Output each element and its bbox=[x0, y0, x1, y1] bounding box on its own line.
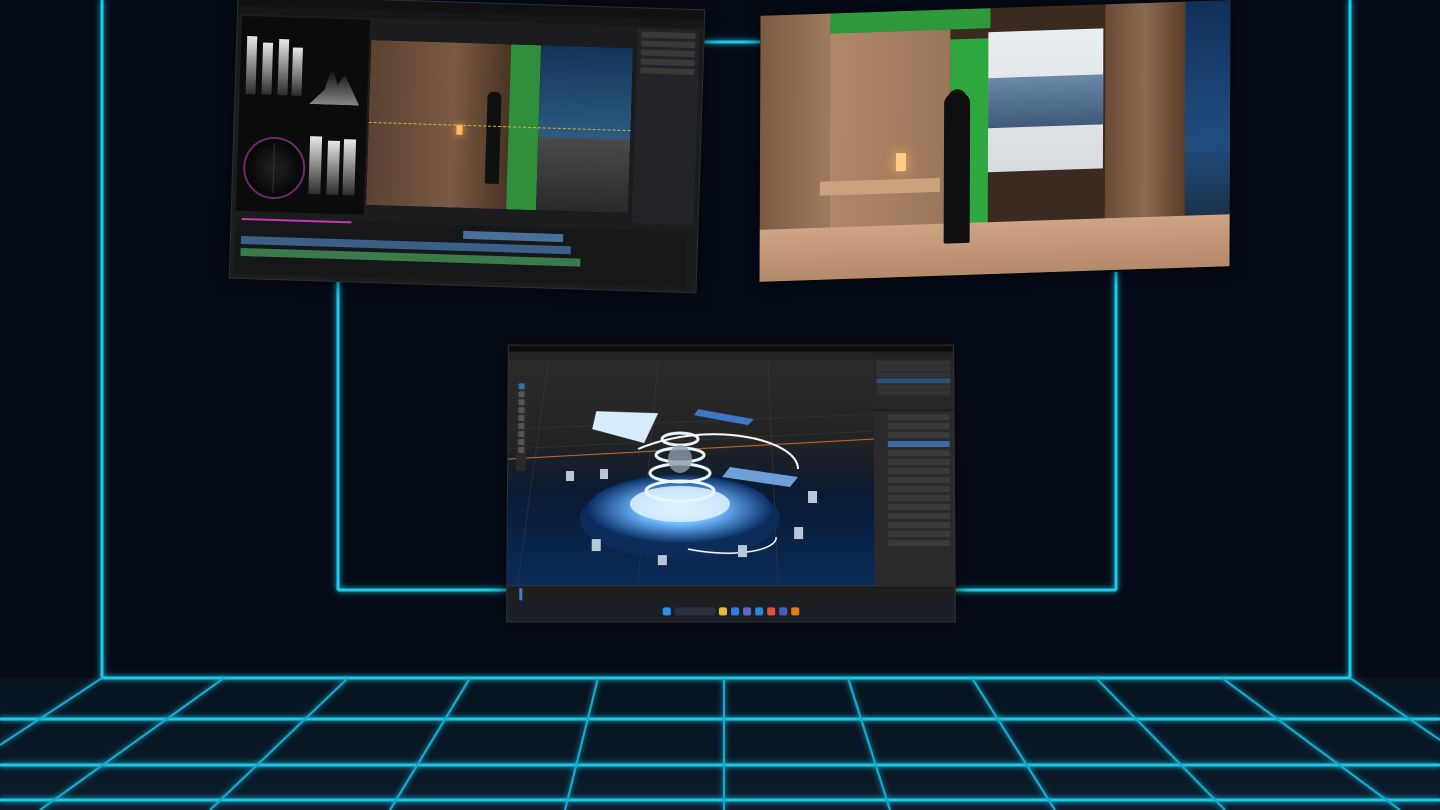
rotate-tool-icon[interactable] bbox=[518, 407, 525, 414]
blender-icon: blender-icon bbox=[509, 346, 510, 347]
animation-timeline[interactable] bbox=[507, 585, 955, 603]
table-lamp bbox=[895, 152, 906, 172]
presenter-figure bbox=[943, 92, 971, 244]
waveform-scope bbox=[308, 136, 323, 195]
blender-taskbar-icon[interactable] bbox=[791, 607, 800, 616]
cursor-tool-icon[interactable] bbox=[518, 391, 525, 398]
vectorscope bbox=[242, 135, 307, 200]
inspector-panel[interactable] bbox=[631, 28, 700, 226]
camera-preview-window[interactable]: wood-paneled-room-with-green-screen-and-… bbox=[759, 0, 1231, 282]
workspace-tabs bbox=[508, 351, 954, 360]
teams-icon[interactable] bbox=[779, 607, 788, 616]
waveform-scope bbox=[342, 139, 357, 196]
timeline-track[interactable] bbox=[463, 230, 564, 243]
video-editor-window[interactable]: color-grading-app-icon wood-paneled-room… bbox=[228, 0, 706, 294]
video-scopes-panel bbox=[235, 15, 370, 215]
app-icon: color-grading-app-icon bbox=[238, 0, 239, 1]
rgb-parade-scope bbox=[277, 39, 290, 96]
properties-panel[interactable] bbox=[873, 411, 955, 586]
waveform-scope bbox=[326, 140, 341, 195]
histogram-scope bbox=[309, 54, 361, 106]
outliner-panel[interactable] bbox=[873, 359, 954, 410]
annotate-tool-icon[interactable] bbox=[518, 431, 525, 438]
browser-icon[interactable] bbox=[731, 607, 740, 616]
chrome-icon[interactable] bbox=[767, 607, 776, 616]
night-skyline bbox=[1184, 0, 1231, 238]
move-tool-icon[interactable] bbox=[518, 399, 525, 406]
city-view bbox=[988, 74, 1104, 129]
rgb-parade-scope bbox=[245, 36, 258, 95]
select-tool-icon[interactable] bbox=[518, 383, 525, 390]
floating-panel bbox=[592, 411, 659, 444]
edit-timeline[interactable] bbox=[233, 217, 688, 288]
store-icon[interactable] bbox=[743, 607, 752, 616]
green-screen bbox=[830, 8, 991, 34]
tool-strip bbox=[516, 381, 527, 472]
3d-editor-window[interactable]: blender-icon bbox=[506, 344, 956, 623]
timeline-playhead[interactable] bbox=[519, 588, 523, 601]
floating-panel bbox=[694, 409, 754, 426]
scale-tool-icon[interactable] bbox=[518, 415, 525, 422]
rgb-parade-scope bbox=[261, 42, 274, 95]
playhead[interactable] bbox=[241, 217, 352, 224]
rgb-parade-scope bbox=[291, 47, 303, 96]
measure-tool-icon[interactable] bbox=[518, 439, 525, 446]
windows-start-icon[interactable] bbox=[662, 607, 671, 616]
presenter-figure bbox=[484, 91, 502, 185]
search-icon[interactable] bbox=[674, 607, 715, 616]
3d-viewport[interactable]: glowing-blue-circular-stage-with-rings bbox=[507, 359, 875, 586]
video-viewer[interactable]: wood-paneled-room-with-green-screen-and-… bbox=[366, 39, 634, 214]
windows-taskbar bbox=[507, 601, 955, 622]
stage-render bbox=[507, 360, 874, 586]
transform-tool-icon[interactable] bbox=[518, 423, 525, 430]
file-explorer-icon[interactable] bbox=[718, 607, 727, 616]
mail-icon[interactable] bbox=[755, 607, 764, 616]
add-cube-tool-icon[interactable] bbox=[518, 447, 525, 454]
